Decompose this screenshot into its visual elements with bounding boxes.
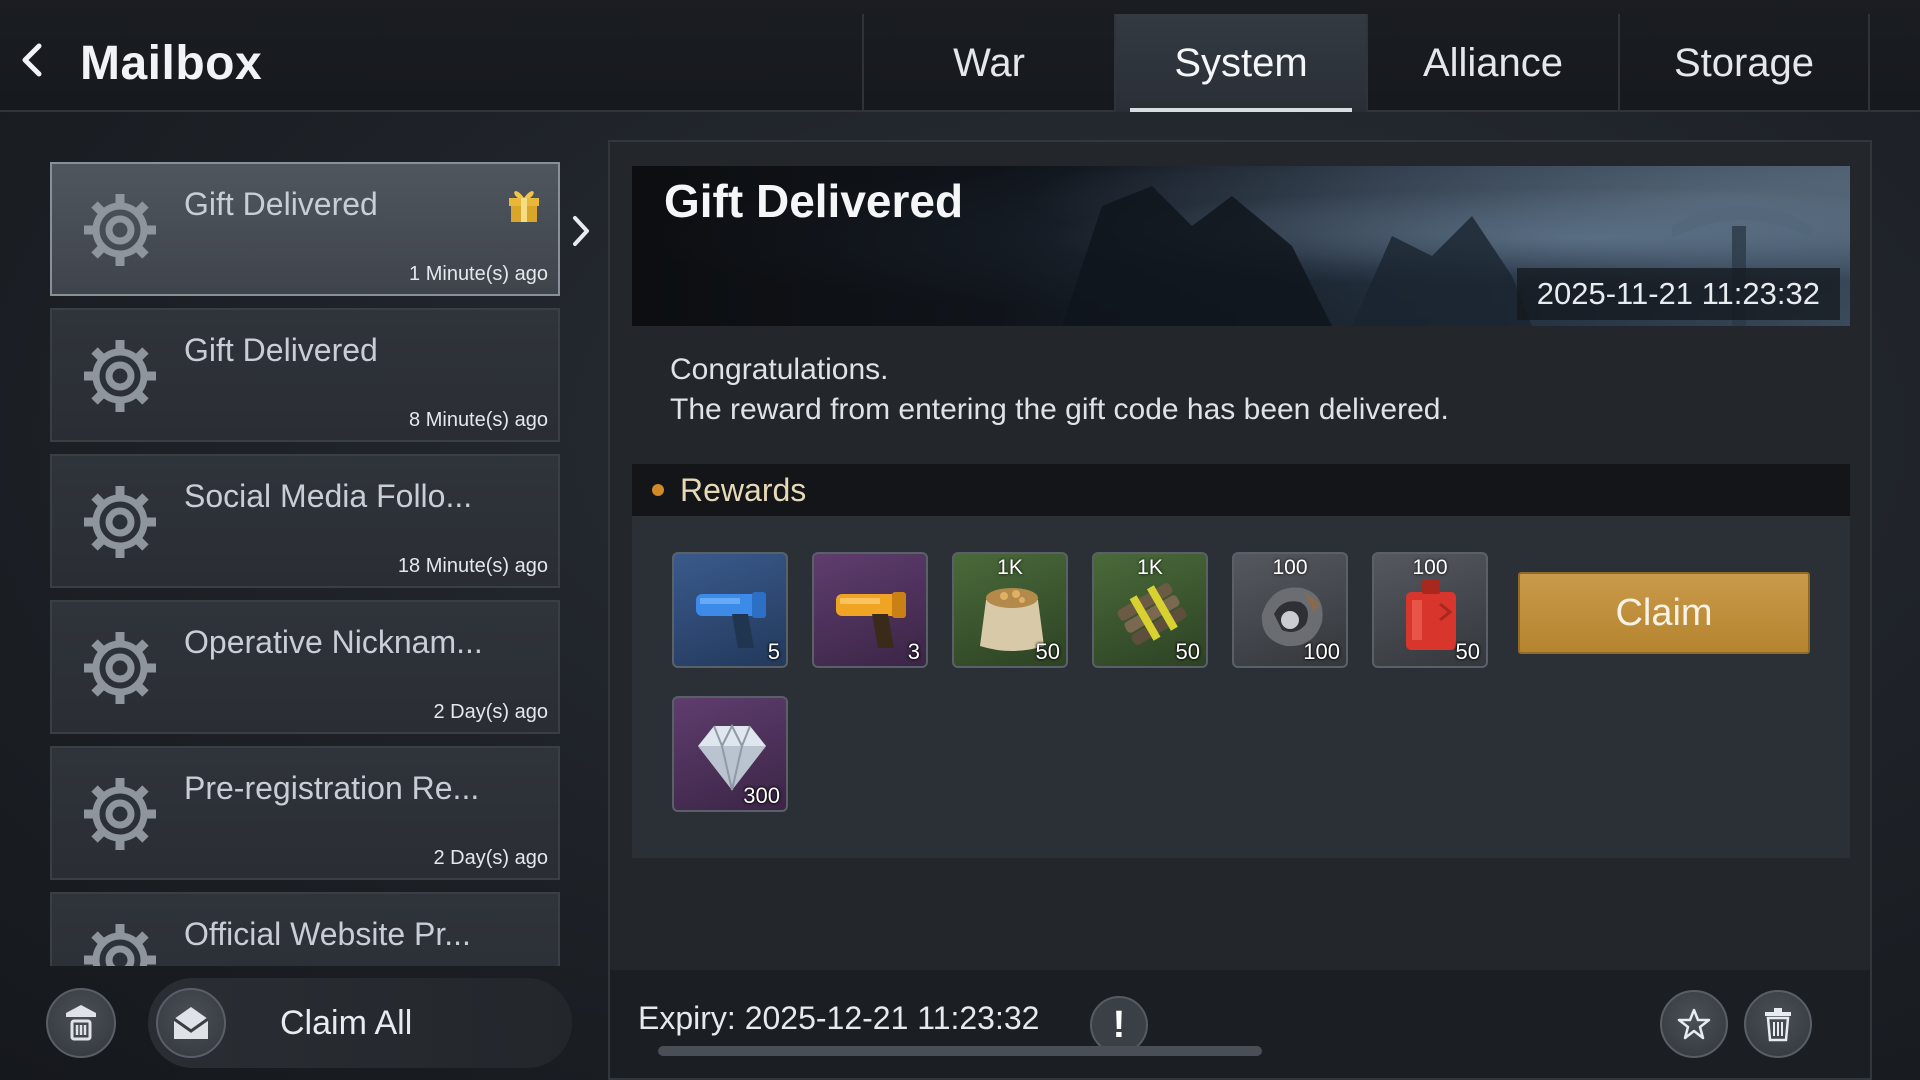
rewards-section: Rewards 5 3 1K 50 1K 50 100 100 100 50 3…	[632, 464, 1850, 858]
reward-item[interactable]: 1K 50	[952, 552, 1068, 668]
delete-button[interactable]	[1744, 990, 1812, 1058]
claim-button[interactable]: Claim	[1518, 572, 1810, 654]
mail-item-title: Pre-registration Re...	[184, 770, 480, 806]
reward-quantity: 50	[1035, 639, 1060, 664]
mail-list[interactable]: Gift Delivered 1 Minute(s) ago Gift Deli…	[50, 162, 560, 966]
reward-amount-label: 100	[1272, 556, 1308, 579]
mail-item-gift-delivered-2[interactable]: Gift Delivered 8 Minute(s) ago	[50, 308, 560, 442]
reward-item[interactable]: 3	[812, 552, 928, 668]
mail-item-operative-nickname[interactable]: Operative Nicknam... 2 Day(s) ago	[50, 600, 560, 734]
favorite-button[interactable]	[1660, 990, 1728, 1058]
mail-item-official-website[interactable]: Official Website Pr...	[50, 892, 560, 966]
reward-amount-label: 100	[1412, 556, 1448, 579]
delete-mail-icon	[66, 1005, 96, 1041]
tab-system[interactable]: System	[1114, 14, 1366, 112]
star-icon	[1677, 1008, 1711, 1040]
reward-item[interactable]: 1K 50	[1092, 552, 1208, 668]
horizontal-scrollbar[interactable]	[658, 1046, 1262, 1056]
reward-quantity: 50	[1455, 639, 1480, 664]
mail-item-title: Official Website Pr...	[184, 916, 471, 952]
reward-item[interactable]: 100 50	[1372, 552, 1488, 668]
gift-icon	[509, 191, 539, 222]
mail-item-title: Operative Nicknam...	[184, 624, 483, 660]
gear-icon	[84, 778, 156, 850]
rewards-title: Rewards	[680, 472, 807, 508]
detail-footer: Expiry: 2025-12-21 11:23:32 !	[610, 970, 1870, 1078]
mail-message: Congratulations. The reward from enterin…	[670, 350, 1449, 430]
top-bar: Mailbox War System Alliance Storage	[0, 0, 1920, 112]
message-line: The reward from entering the gift code h…	[670, 393, 1449, 426]
mail-timestamp: 2025-11-21 11:23:32	[1516, 268, 1840, 320]
mail-item-social-media[interactable]: Social Media Follo... 18 Minute(s) ago	[50, 454, 560, 588]
reward-item[interactable]: 100 100	[1232, 552, 1348, 668]
mail-item-title: Gift Delivered	[184, 332, 378, 368]
mail-detail-panel: Gift Delivered 2025-11-21 11:23:32 Congr…	[608, 140, 1872, 1080]
expiry-text: Expiry: 2025-12-21 11:23:32	[638, 1000, 1040, 1036]
back-button[interactable]	[14, 40, 50, 80]
mail-item-time: 1 Minute(s) ago	[409, 263, 548, 285]
mail-item-time: 2 Day(s) ago	[433, 847, 549, 869]
reward-quantity: 300	[743, 783, 780, 808]
claim-all-icon-button[interactable]	[156, 988, 226, 1058]
exclamation-icon: !	[1112, 1003, 1126, 1046]
reward-quantity: 3	[907, 639, 920, 664]
tab-bar: War System Alliance Storage	[862, 14, 1870, 112]
gear-icon	[84, 194, 156, 266]
chevron-right-icon	[573, 216, 589, 246]
tab-storage[interactable]: Storage	[1618, 14, 1870, 112]
reward-quantity: 100	[1303, 639, 1340, 664]
mail-item-pre-registration[interactable]: Pre-registration Re... 2 Day(s) ago	[50, 746, 560, 880]
reward-amount-label: 1K	[997, 556, 1023, 579]
message-line: Congratulations.	[670, 353, 889, 386]
mail-item-title: Gift Delivered	[184, 186, 378, 222]
reward-quantity: 50	[1175, 639, 1200, 664]
reward-quantity: 5	[767, 639, 780, 664]
mail-item-time: 8 Minute(s) ago	[409, 409, 548, 431]
open-envelope-icon	[173, 1007, 209, 1039]
mail-title: Gift Delivered	[664, 175, 964, 227]
mail-item-time: 2 Day(s) ago	[433, 701, 549, 723]
gear-icon	[84, 924, 156, 966]
page-title: Mailbox	[80, 37, 263, 90]
tab-war[interactable]: War	[862, 14, 1114, 112]
reward-amount-label: 1K	[1137, 556, 1163, 579]
gear-icon	[84, 340, 156, 412]
reward-item[interactable]: 5	[672, 552, 788, 668]
bullet-dot-icon	[652, 484, 664, 496]
rewards-header: Rewards	[632, 464, 1850, 516]
mail-item-gift-delivered-1[interactable]: Gift Delivered 1 Minute(s) ago	[50, 162, 560, 296]
chevron-left-icon	[22, 43, 42, 77]
tab-alliance[interactable]: Alliance	[1366, 14, 1618, 112]
claim-all-button[interactable]: Claim All	[280, 1004, 412, 1043]
mail-item-title: Social Media Follo...	[184, 478, 473, 514]
gear-icon	[84, 486, 156, 558]
reward-item[interactable]: 300	[672, 696, 788, 812]
delete-read-mail-button[interactable]	[46, 988, 116, 1058]
mail-banner: Gift Delivered 2025-11-21 11:23:32	[632, 166, 1850, 326]
trash-icon	[1765, 1008, 1791, 1042]
mail-item-time: 18 Minute(s) ago	[397, 555, 548, 577]
gear-icon	[84, 632, 156, 704]
